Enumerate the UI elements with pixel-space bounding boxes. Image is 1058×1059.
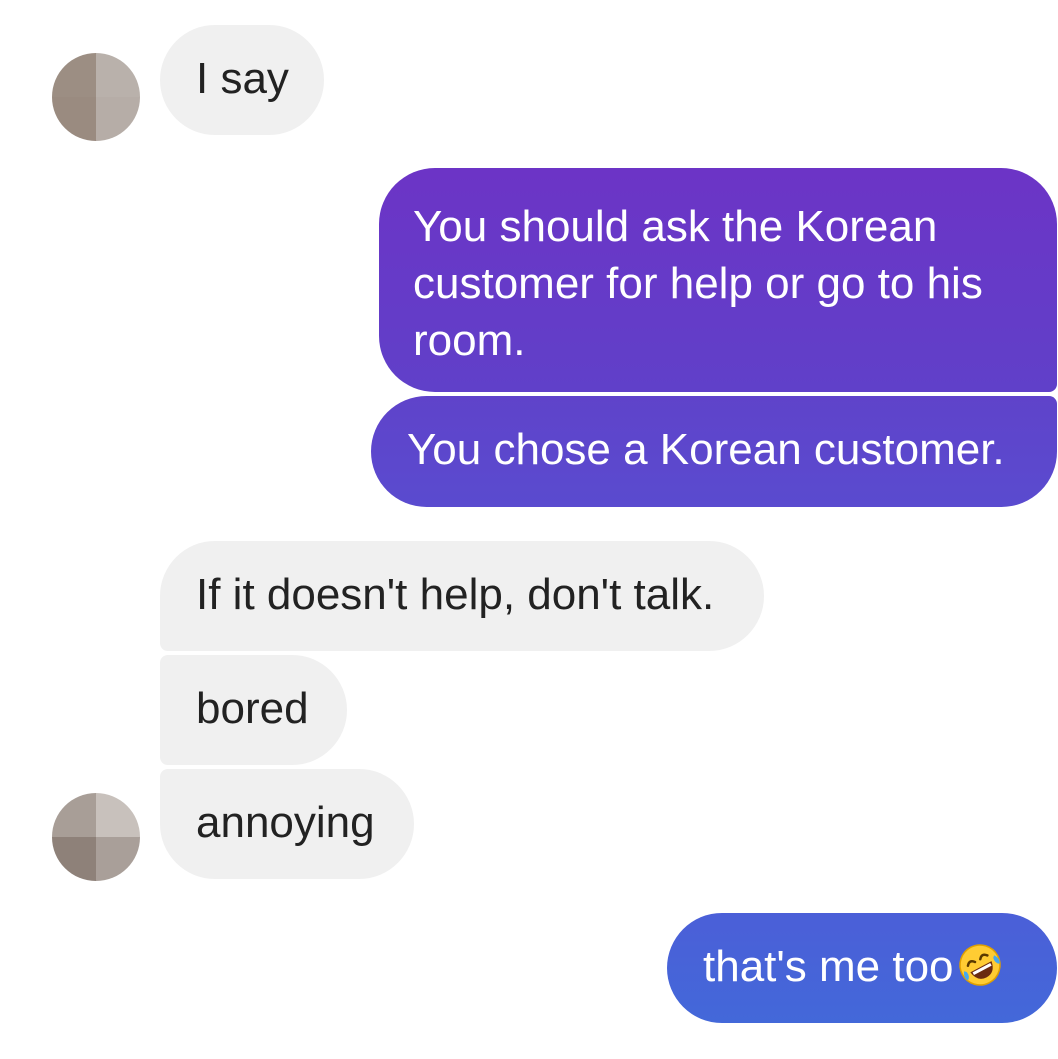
message-text: You should ask the Korean customer for h…: [413, 202, 983, 365]
avatar-blur-tile: [96, 837, 140, 881]
avatar-blur-tile: [52, 97, 96, 141]
avatar-blur-tile: [52, 793, 96, 837]
message-bubble-incoming[interactable]: bored: [160, 655, 347, 765]
message-text: bored: [196, 684, 309, 733]
contact-avatar[interactable]: [52, 53, 140, 141]
message-bubble-outgoing[interactable]: You chose a Korean customer.: [371, 396, 1057, 507]
message-text: annoying: [196, 798, 375, 847]
avatar-blur-tile: [96, 53, 140, 97]
message-text: I say: [196, 54, 289, 103]
message-bubble-outgoing[interactable]: that's me too: [667, 913, 1057, 1023]
message-bubble-incoming[interactable]: If it doesn't help, don't talk.: [160, 541, 764, 651]
avatar-blur-tile: [52, 53, 96, 97]
avatar-blur-tile: [96, 97, 140, 141]
avatar-blur-tile: [52, 837, 96, 881]
rolling-on-the-floor-laughing-emoji-icon: [958, 944, 1001, 986]
message-text: If it doesn't help, don't talk.: [196, 570, 715, 619]
message-bubble-incoming[interactable]: annoying: [160, 769, 414, 879]
message-text: You chose a Korean customer.: [407, 425, 1005, 474]
contact-avatar[interactable]: [52, 793, 140, 881]
message-bubble-incoming[interactable]: I say: [160, 25, 324, 135]
message-text: that's me too: [703, 942, 954, 991]
message-bubble-outgoing[interactable]: You should ask the Korean customer for h…: [379, 168, 1057, 392]
avatar-blur-tile: [96, 793, 140, 837]
